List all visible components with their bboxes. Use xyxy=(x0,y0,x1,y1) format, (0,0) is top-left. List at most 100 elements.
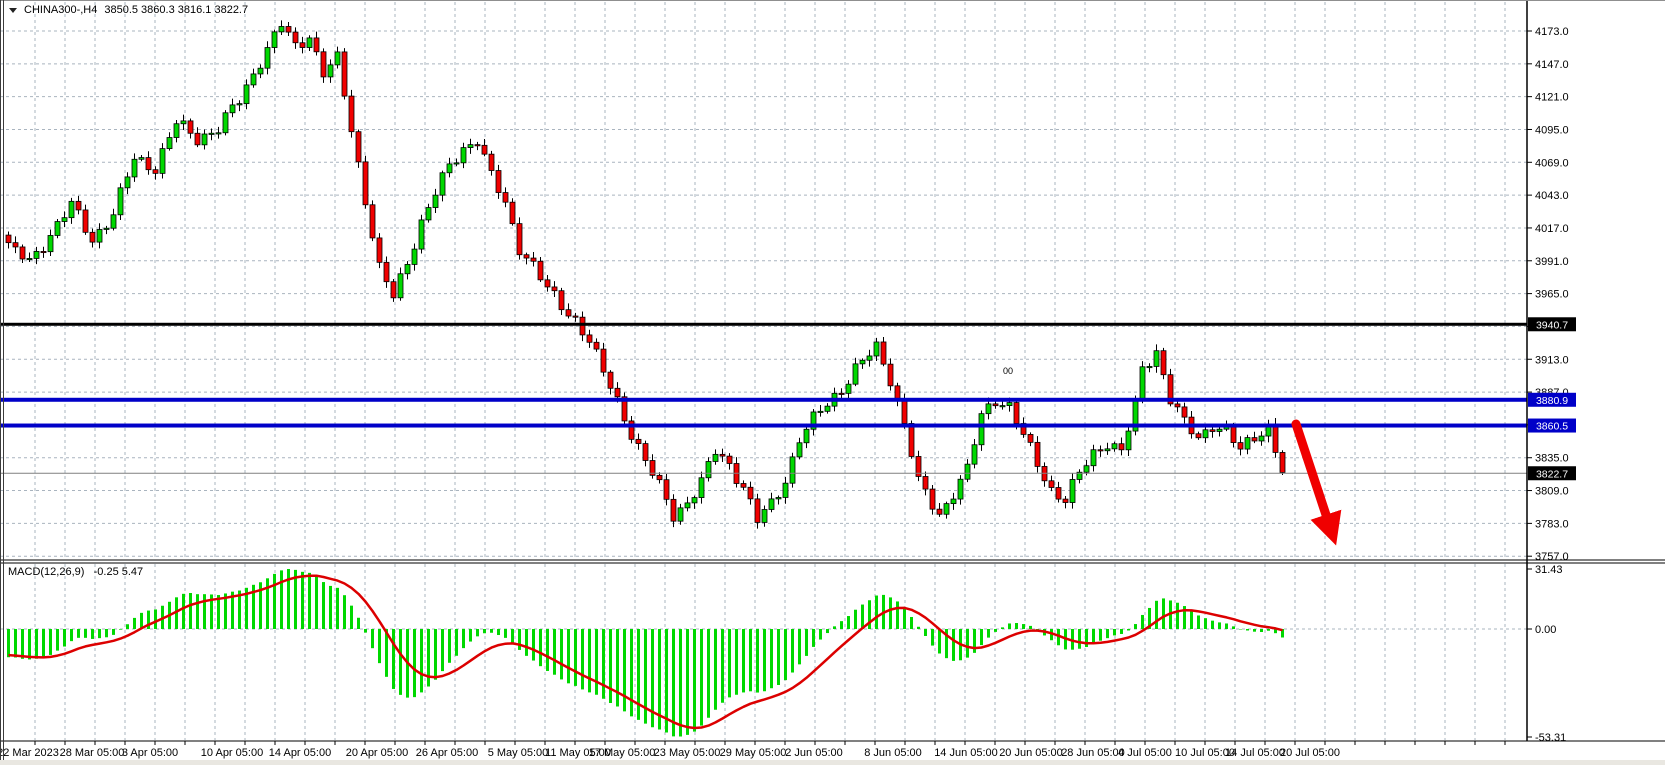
candle-body-bull xyxy=(69,201,74,217)
time-tick-label: 2 Jun 05:00 xyxy=(785,747,843,759)
time-tick-label: 28 Mar 05:00 xyxy=(60,747,125,759)
price-level-badge-label: 3880.9 xyxy=(1536,395,1568,407)
price-tick-label: 4147.0 xyxy=(1535,59,1569,71)
symbol-dropdown-icon[interactable] xyxy=(9,8,17,13)
window-left-border-inner xyxy=(3,0,4,760)
candle-body-bull xyxy=(1070,479,1075,502)
candle-body-bull xyxy=(181,121,186,124)
candle-body-bear xyxy=(643,444,648,461)
candle-body-bull xyxy=(328,65,333,77)
candle-body-bull xyxy=(34,251,39,258)
candle-body-bull xyxy=(769,499,774,510)
price-tick-label: 3991.0 xyxy=(1535,256,1569,268)
candle-body-bull xyxy=(1154,351,1159,367)
chart-window: 4173.04147.04121.04095.04069.04043.04017… xyxy=(0,0,1665,765)
candle-body-bear xyxy=(937,509,942,514)
candle-body-bull xyxy=(447,164,452,173)
price-tick-label: 3757.0 xyxy=(1535,551,1569,563)
candle-body-bull xyxy=(1105,449,1110,451)
candle-body-bull xyxy=(825,406,830,411)
candle-body-bull xyxy=(412,249,417,264)
time-tick-label: 17 May 05:00 xyxy=(589,747,656,759)
symbol-period-label: CHINA300-,H4 xyxy=(24,4,97,16)
candle-body-bull xyxy=(685,503,690,508)
candle-body-bull xyxy=(419,220,424,249)
candle-body-bull xyxy=(433,195,438,207)
candle-body-bear xyxy=(356,132,361,162)
candle-body-bear xyxy=(580,317,585,335)
candle-body-bear xyxy=(601,349,606,372)
candle-body-bear xyxy=(1028,434,1033,442)
candle-body-bear xyxy=(1280,452,1285,472)
candle-body-bear xyxy=(286,26,291,32)
candle-body-bear xyxy=(300,43,305,48)
candle-body-bull xyxy=(1147,366,1152,367)
candle-body-bull xyxy=(762,509,767,522)
candle-body-bull xyxy=(713,454,718,461)
candle-body-bull xyxy=(48,235,53,251)
candle-body-bear xyxy=(76,201,81,210)
candle-body-bull xyxy=(132,159,137,177)
price-level-line[interactable] xyxy=(0,398,1527,402)
candle-body-bull xyxy=(783,483,788,497)
price-tick-label: 3809.0 xyxy=(1535,486,1569,498)
candle-body-bear xyxy=(503,193,508,203)
candle-body-bull xyxy=(818,411,823,412)
candle-body-bear xyxy=(6,235,11,243)
candle-body-bear xyxy=(1238,443,1243,449)
candle-body-bear xyxy=(923,476,928,489)
candle-body-bear xyxy=(1182,407,1187,417)
candle-body-bear xyxy=(153,170,158,174)
candle-body-bull xyxy=(951,499,956,504)
price-chart: 4173.04147.04121.04095.04069.04043.04017… xyxy=(0,0,1665,765)
macd-name: MACD(12,26,9) xyxy=(8,566,84,578)
time-tick-label: 28 Jun 05:00 xyxy=(1061,747,1125,759)
candle-body-bear xyxy=(1196,434,1201,438)
time-tick-label: 14 Apr 05:00 xyxy=(269,747,331,759)
candle-body-bull xyxy=(846,384,851,393)
candle-body-bear xyxy=(20,247,25,259)
candle-body-bear xyxy=(1049,481,1054,488)
candle-body-bear xyxy=(342,52,347,96)
candle-body-bear xyxy=(727,456,732,463)
price-tick-label: 4017.0 xyxy=(1535,223,1569,235)
candle-body-bear xyxy=(496,171,501,193)
candle-body-bear xyxy=(1273,424,1278,452)
candle-body-bull xyxy=(1259,436,1264,441)
price-level-line[interactable] xyxy=(0,323,1527,326)
ohlc-values: 3850.5 3860.3 3816.1 3822.7 xyxy=(104,4,248,16)
time-tick-label: 22 Mar 2023 xyxy=(0,747,59,759)
price-level-line[interactable] xyxy=(0,473,1527,474)
candle-body-bear xyxy=(1035,442,1040,466)
candle-body-bull xyxy=(307,38,312,48)
candle-body-bear xyxy=(13,243,18,247)
candle-body-bear xyxy=(377,238,382,262)
candle-body-bull xyxy=(461,148,466,163)
candle-body-bull xyxy=(958,479,963,499)
candle-body-bear xyxy=(755,499,760,523)
candle-body-bear xyxy=(552,287,557,291)
macd-tick-label: 31.43 xyxy=(1535,564,1563,576)
candle-body-bear xyxy=(1119,444,1124,450)
candle-body-bull xyxy=(454,163,459,164)
candle-body-bear xyxy=(587,335,592,342)
time-tick-label: 20 Apr 05:00 xyxy=(346,747,408,759)
candle-body-bull xyxy=(251,74,256,85)
chart-title-bar: CHINA300-,H4 3850.5 3860.3 3816.1 3822.7 xyxy=(9,4,248,16)
candle-body-bear xyxy=(881,342,886,364)
main-pane-surface[interactable] xyxy=(0,2,1527,559)
time-tick-label: 14 Jun 05:00 xyxy=(934,747,998,759)
candle-body-bear xyxy=(391,282,396,298)
candle-body-bull xyxy=(1007,403,1012,406)
candle-body-bear xyxy=(566,310,571,316)
price-level-badge-label: 3860.5 xyxy=(1536,421,1568,433)
candle-body-bear xyxy=(720,454,725,456)
candle-body-bull xyxy=(174,124,179,138)
candle-body-bull xyxy=(692,498,697,503)
candle-body-bull xyxy=(279,26,284,31)
candle-body-bull xyxy=(776,497,781,498)
candle-body-bear xyxy=(321,52,326,77)
candle-body-bull xyxy=(118,188,123,215)
candle-body-bear xyxy=(370,205,375,238)
candle-body-bear xyxy=(559,291,564,310)
